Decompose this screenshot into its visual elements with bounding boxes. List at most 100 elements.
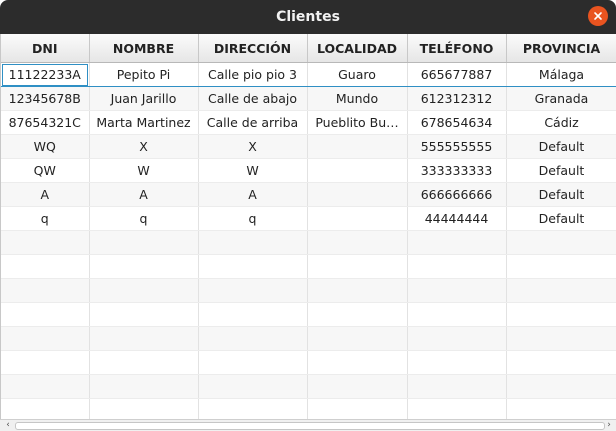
table-cell (1, 230, 90, 255)
table-cell (506, 302, 616, 327)
table-cell[interactable]: 11122233A (1, 62, 90, 87)
empty-table-row (1, 254, 616, 279)
table-cell (307, 302, 408, 327)
table-cell[interactable]: 665677887 (407, 62, 507, 87)
table-cell[interactable]: Pueblito Bu… (307, 110, 408, 135)
table-cell[interactable]: Default (506, 182, 616, 207)
table-cell[interactable]: A (89, 182, 199, 207)
table-cell[interactable]: Pepito Pi (89, 62, 199, 87)
horizontal-scrollbar[interactable]: ‹ › (0, 419, 616, 431)
table-cell (506, 230, 616, 255)
table-cell[interactable]: 555555555 (407, 134, 507, 159)
scroll-right-icon[interactable]: › (602, 420, 616, 431)
table-cell (407, 278, 507, 303)
table-cell (407, 350, 507, 375)
close-button[interactable] (588, 6, 608, 26)
table-cell[interactable]: QW (1, 158, 90, 183)
table-cell[interactable]: Granada (506, 86, 616, 111)
table-cell[interactable]: 87654321C (1, 110, 90, 135)
table-cell[interactable]: Default (506, 134, 616, 159)
table-row[interactable]: WQ X X 555555555 Default (1, 134, 616, 159)
table-cell[interactable]: WQ (1, 134, 90, 159)
table-row[interactable]: 11122233A Pepito Pi Calle pio pio 3 Guaro 66… (1, 62, 616, 87)
table-cell[interactable]: 333333333 (407, 158, 507, 183)
clients-table: DNI NOMBRE DIRECCIÓN LOCALIDAD TELÉFONO … (1, 34, 616, 419)
table-cell[interactable]: 678654634 (407, 110, 507, 135)
table-cell[interactable] (307, 158, 408, 183)
table-cell (506, 254, 616, 279)
table-cell[interactable] (307, 206, 408, 231)
table-cell[interactable]: 612312312 (407, 86, 507, 111)
table-cell[interactable]: W (89, 158, 199, 183)
table-cell[interactable]: q (198, 206, 308, 231)
column-header-nombre[interactable]: NOMBRE (89, 34, 199, 63)
window-title: Clientes (276, 9, 340, 25)
table-cell[interactable]: Marta Martinez (89, 110, 199, 135)
table-row[interactable]: QW W W 333333333 Default (1, 158, 616, 183)
column-header-direccion[interactable]: DIRECCIÓN (198, 34, 308, 63)
table-cell (1, 302, 90, 327)
table-cell (1, 350, 90, 375)
table-cell[interactable]: 12345678B (1, 86, 90, 111)
table-cell[interactable]: Guaro (307, 62, 408, 87)
column-header-provincia[interactable]: PROVINCIA (506, 34, 616, 63)
table-cell (407, 254, 507, 279)
table-cell (307, 374, 408, 399)
table-cell[interactable]: Calle de arriba (198, 110, 308, 135)
table-cell (407, 230, 507, 255)
scroll-left-icon[interactable]: ‹ (1, 420, 15, 431)
table-cell[interactable]: A (198, 182, 308, 207)
table-cell[interactable]: Mundo (307, 86, 408, 111)
table-header-row: DNI NOMBRE DIRECCIÓN LOCALIDAD TELÉFONO … (1, 34, 616, 63)
table-row[interactable]: A A A 666666666 Default (1, 182, 616, 207)
table-cell (198, 326, 308, 351)
table-cell[interactable] (307, 134, 408, 159)
table-row[interactable]: 87654321C Marta Martinez Calle de arriba Pu… (1, 110, 616, 135)
table-body: 11122233A Pepito Pi Calle pio pio 3 Guaro 66… (1, 62, 616, 419)
empty-table-row (1, 230, 616, 255)
close-icon (594, 12, 602, 20)
table-cell[interactable]: Default (506, 206, 616, 231)
table-cell (89, 374, 199, 399)
table-cell (1, 326, 90, 351)
table-cell[interactable]: Cádiz (506, 110, 616, 135)
table-cell[interactable]: Calle pio pio 3 (198, 62, 308, 87)
table-cell[interactable]: q (1, 206, 90, 231)
column-header-dni[interactable]: DNI (1, 34, 90, 63)
table-cell[interactable]: A (1, 182, 90, 207)
table-cell (307, 398, 408, 419)
column-header-telefono[interactable]: TELÉFONO (407, 34, 507, 63)
table-cell[interactable]: X (89, 134, 199, 159)
table-cell[interactable]: Málaga (506, 62, 616, 87)
table-cell (198, 374, 308, 399)
table-cell[interactable]: 666666666 (407, 182, 507, 207)
table-row[interactable]: q q q 44444444 Default (1, 206, 616, 231)
table-cell[interactable]: Default (506, 158, 616, 183)
table-cell[interactable]: 44444444 (407, 206, 507, 231)
title-bar[interactable]: Clientes (0, 0, 616, 34)
table-cell (307, 278, 408, 303)
table-cell[interactable]: Calle de abajo (198, 86, 308, 111)
table-cell (198, 302, 308, 327)
clients-table-container[interactable]: DNI NOMBRE DIRECCIÓN LOCALIDAD TELÉFONO … (0, 34, 616, 419)
table-cell (1, 278, 90, 303)
table-cell (198, 230, 308, 255)
table-cell (1, 398, 90, 419)
table-cell (407, 302, 507, 327)
empty-table-row (1, 398, 616, 419)
table-cell (89, 278, 199, 303)
scrollbar-thumb[interactable] (15, 422, 605, 430)
table-cell[interactable]: Juan Jarillo (89, 86, 199, 111)
table-cell (506, 374, 616, 399)
table-row[interactable]: 12345678B Juan Jarillo Calle de abajo Mundo… (1, 86, 616, 111)
table-cell[interactable]: W (198, 158, 308, 183)
empty-table-row (1, 278, 616, 303)
column-header-localidad[interactable]: LOCALIDAD (307, 34, 408, 63)
table-cell (89, 230, 199, 255)
table-cell (89, 302, 199, 327)
table-cell[interactable]: X (198, 134, 308, 159)
table-cell[interactable] (307, 182, 408, 207)
empty-table-row (1, 302, 616, 327)
table-cell[interactable]: q (89, 206, 199, 231)
table-cell (506, 278, 616, 303)
